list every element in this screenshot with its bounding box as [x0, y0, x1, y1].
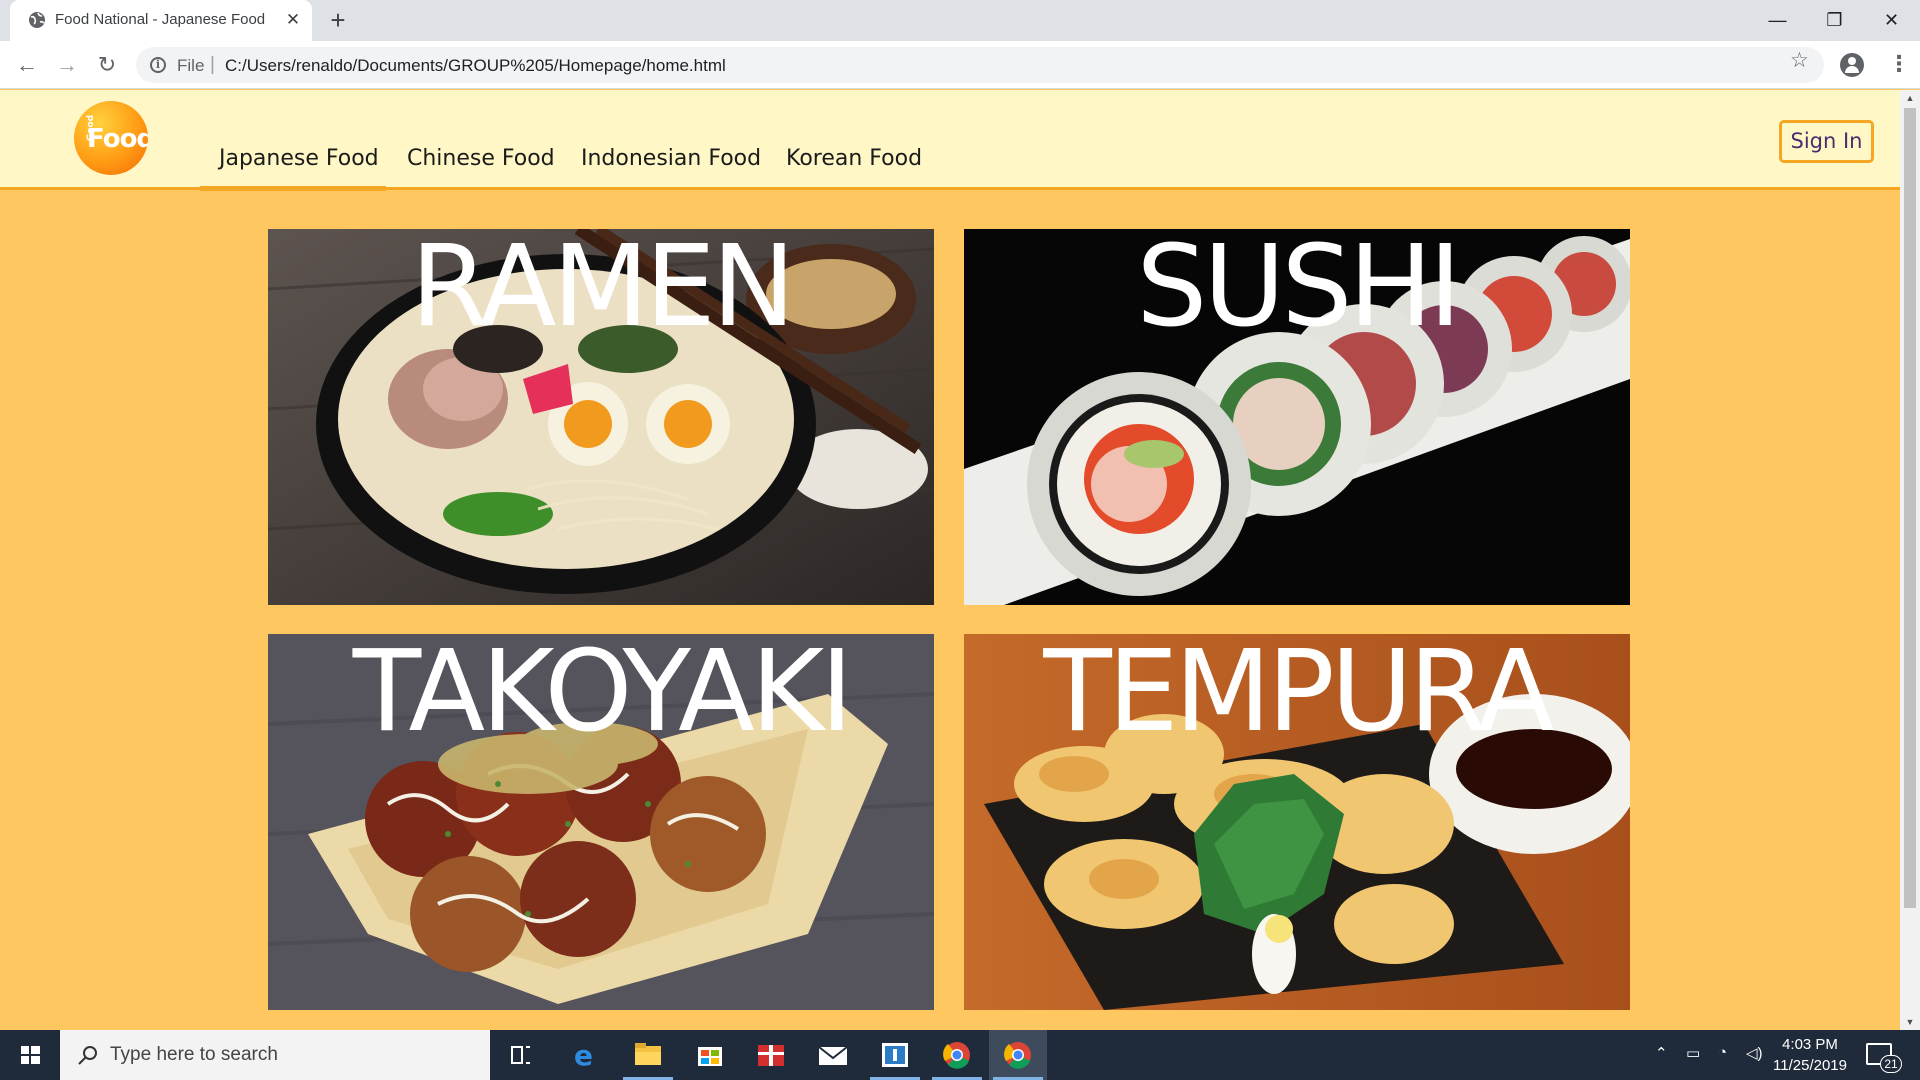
tab-close-icon[interactable]: ✕ [282, 9, 304, 31]
search-placeholder: Type here to search [110, 1044, 278, 1065]
close-window-button[interactable]: ✕ [1863, 0, 1920, 41]
food-card-sushi[interactable]: SUSHI [964, 229, 1630, 605]
scheme-label: File [177, 56, 205, 75]
gift-icon[interactable] [742, 1030, 800, 1080]
food-card-takoyaki[interactable]: TAKOYAKI [268, 634, 934, 1010]
bookmark-star-icon[interactable]: ☆ [1790, 48, 1809, 73]
tab-title: Food National - Japanese Food [55, 11, 266, 28]
logo-text: Food [87, 124, 148, 154]
browser-menu-icon[interactable]: ⋮ [1888, 51, 1910, 77]
info-icon[interactable]: i [150, 57, 166, 73]
site-header: Good Food Japanese Food Chinese Food Ind… [0, 90, 1900, 191]
wifi-icon[interactable]: ◔ [1718, 1044, 1727, 1061]
task-view-icon[interactable] [492, 1030, 550, 1080]
file-explorer-icon[interactable] [619, 1030, 677, 1080]
restore-button[interactable]: ❐ [1806, 0, 1863, 41]
new-tab-button[interactable]: + [324, 6, 352, 34]
browser-toolbar: ← → ↻ i File | C:/Users/renaldo/Document… [0, 41, 1920, 89]
nav-korean-food[interactable]: Korean Food [786, 146, 922, 171]
chevron-up-icon[interactable]: ⌃ [1655, 1044, 1668, 1062]
nav-japanese-food[interactable]: Japanese Food [219, 146, 379, 171]
clock-time[interactable]: 4:03 PM [1775, 1036, 1845, 1053]
scheme-separator: | [210, 54, 215, 75]
card-title-sushi: SUSHI [1136, 229, 1461, 352]
nav-indonesian-food[interactable]: Indonesian Food [581, 146, 761, 171]
clock-date[interactable]: 11/25/2019 [1766, 1057, 1854, 1074]
windows-taskbar: Type here to search e ⌃ ▭ ◔ ◁) 4:03 PM 1… [0, 1030, 1920, 1080]
app-icon[interactable] [866, 1030, 924, 1080]
back-button[interactable]: ← [11, 49, 43, 81]
start-button[interactable] [0, 1030, 60, 1080]
edge-icon[interactable]: e [556, 1030, 614, 1080]
card-title-tempura: TEMPURA [1043, 634, 1554, 757]
active-nav-underline [200, 186, 386, 191]
url-text[interactable]: C:/Users/renaldo/Documents/GROUP%205/Hom… [225, 56, 726, 76]
nav-chinese-food[interactable]: Chinese Food [407, 146, 555, 171]
svg-text:e: e [574, 1039, 593, 1072]
page-viewport: Good Food Japanese Food Chinese Food Ind… [0, 90, 1900, 1030]
search-icon [78, 1046, 97, 1065]
profile-icon[interactable] [1840, 53, 1864, 77]
windows-logo-icon [21, 1046, 40, 1064]
scroll-up-arrow-icon[interactable]: ▲ [1900, 90, 1920, 106]
card-title-ramen: RAMEN [410, 229, 795, 352]
scroll-down-arrow-icon[interactable]: ▼ [1900, 1014, 1920, 1030]
notification-count: 21 [1880, 1055, 1902, 1073]
chrome-icon[interactable] [989, 1030, 1047, 1080]
food-card-tempura[interactable]: TEMPURA [964, 634, 1630, 1010]
browser-tab[interactable]: Food National - Japanese Food ✕ [10, 0, 312, 41]
volume-icon[interactable]: ◁) [1746, 1044, 1763, 1062]
page-scrollbar[interactable]: ▲ ▼ [1900, 90, 1920, 1030]
site-logo[interactable]: Good Food [74, 101, 148, 175]
sign-in-button[interactable]: Sign In [1779, 120, 1874, 163]
globe-icon [29, 12, 45, 28]
browser-tab-bar: Food National - Japanese Food ✕ + — ❐ ✕ [0, 0, 1920, 41]
taskbar-search[interactable]: Type here to search [60, 1030, 490, 1080]
card-title-takoyaki: TAKOYAKI [352, 634, 854, 757]
forward-button[interactable]: → [51, 49, 83, 81]
mail-icon[interactable] [804, 1030, 862, 1080]
minimize-button[interactable]: — [1749, 0, 1806, 41]
scroll-thumb[interactable] [1904, 108, 1916, 908]
reload-button[interactable]: ↻ [91, 49, 123, 81]
store-icon[interactable] [681, 1030, 739, 1080]
chrome-icon[interactable] [928, 1030, 986, 1080]
battery-icon[interactable]: ▭ [1686, 1044, 1700, 1062]
food-card-ramen[interactable]: RAMEN [268, 229, 934, 605]
address-bar[interactable]: i File | C:/Users/renaldo/Documents/GROU… [136, 47, 1824, 83]
